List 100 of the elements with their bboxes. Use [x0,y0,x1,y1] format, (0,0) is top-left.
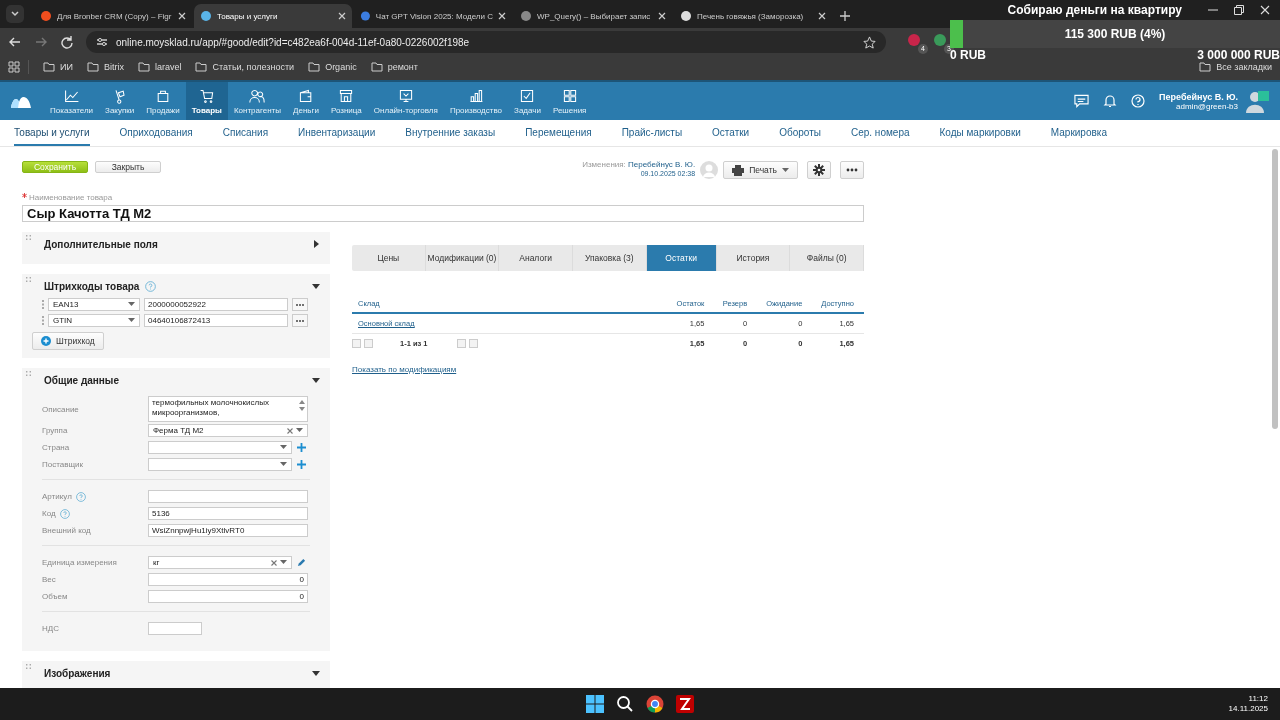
collapse-icon[interactable] [312,376,320,384]
product-name-field[interactable]: Сыр Качотта ТД М2 [22,205,864,222]
select-field[interactable]: кг [148,556,292,569]
nav-item[interactable]: Закупки [99,82,141,120]
show-by-modifications-link[interactable]: Показать по модификациям [352,365,457,374]
add-icon[interactable] [297,443,306,452]
expand-icon[interactable] [312,240,320,248]
close-icon[interactable] [338,12,346,20]
text-field[interactable]: WsiZnnpwjHu1iy9XtlvRT0 [148,524,308,537]
select-field[interactable]: Ферма ТД М2 [148,424,308,437]
number-field[interactable]: 0 [148,590,308,603]
tab[interactable]: Файлы (0) [790,245,864,271]
barcode-field[interactable]: 2000000052922 [144,298,288,311]
nav-item[interactable]: Производство [443,82,509,120]
drag-handle-icon[interactable] [26,277,31,282]
subnav-tab[interactable]: Оприходования [119,120,193,146]
select-field[interactable] [148,458,292,471]
close-icon[interactable] [1260,5,1270,15]
nav-item[interactable]: Розница [324,82,368,120]
ftp-client-icon[interactable] [676,695,694,713]
subnav-tab[interactable]: Прайс-листы [621,120,683,146]
tab-list-button[interactable] [6,5,24,23]
nav-item[interactable]: Продажи [140,82,186,120]
subnav-tab[interactable]: Остатки [712,120,750,146]
collapse-icon[interactable] [312,282,320,290]
text-field[interactable]: 5136 [148,507,308,520]
text-field[interactable] [148,490,308,503]
add-icon[interactable] [297,460,306,469]
search-icon[interactable] [616,695,634,713]
address-bar[interactable]: online.moysklad.ru/app/#good/edit?id=c482ea6f-004d-11ef-0a80-0226002f198e [86,31,886,53]
nav-item[interactable]: Решения [546,82,593,120]
nav-item[interactable]: Контрагенты [227,82,288,120]
nav-item[interactable]: Товары [185,82,228,120]
browser-icon[interactable] [646,695,664,713]
browser-tab[interactable]: Товары и услуги [194,4,352,28]
browser-tab[interactable]: WP_Query() – Выбирает запис [514,4,672,28]
user-avatar-icon[interactable] [1244,88,1270,114]
drag-handle-icon[interactable] [42,300,44,309]
add-barcode-button[interactable]: Штрихкод [32,332,104,350]
subnav-tab[interactable]: Перемещения [525,120,592,146]
section-title[interactable]: Изображения [44,667,111,679]
bookmark-folder[interactable]: Статьи, полезности [195,62,295,72]
clear-icon[interactable] [271,559,277,566]
forward-icon[interactable] [34,35,48,49]
barcode-type-select[interactable]: GTIN [48,314,140,327]
nav-item[interactable]: Онлайн-торговля [367,82,444,120]
back-icon[interactable] [8,35,22,49]
number-field[interactable]: 0 [148,573,308,586]
close-icon[interactable] [498,12,506,20]
user-name[interactable]: Перебейнус В. Ю. [1159,91,1238,102]
section-title[interactable]: Штрихкоды товара [44,280,140,292]
tab[interactable]: Остатки [646,245,717,271]
clear-icon[interactable] [287,427,293,434]
select-field[interactable] [148,441,292,454]
bell-icon[interactable] [1103,94,1118,108]
bookmark-folder[interactable]: ремонт [370,62,418,72]
clock-date[interactable]: 14.11.2025 [1228,704,1268,715]
drag-handle-icon[interactable] [26,235,31,240]
section-title[interactable]: Дополнительные поля [44,238,158,250]
section-title[interactable]: Общие данные [44,374,119,386]
drag-handle-icon[interactable] [26,664,31,669]
barcode-field[interactable]: 04640106872413 [144,314,288,327]
close-icon[interactable] [658,12,666,20]
subnav-tab[interactable]: Товары и услуги [14,120,90,146]
browser-tab[interactable]: Печень говяжья (Заморозка) [674,4,832,28]
print-button[interactable]: Печать [723,161,798,179]
browser-tab[interactable]: Для Bronber CRM (Copy) – Figr [34,4,192,28]
drag-handle-icon[interactable] [26,371,31,376]
reload-icon[interactable] [60,35,74,49]
restore-icon[interactable] [1234,5,1244,15]
tab[interactable]: Упаковка (3) [572,245,647,271]
bookmark-folder[interactable]: Bitrix [86,62,124,72]
apps-icon[interactable] [8,61,20,73]
vat-field[interactable] [148,622,202,635]
nav-item[interactable]: Показатели [44,82,100,120]
nav-item[interactable]: Задачи [508,82,547,120]
tab[interactable]: Аналоги [499,245,573,271]
settings-button[interactable] [807,161,831,179]
drag-handle-icon[interactable] [42,316,44,325]
barcode-type-select[interactable]: EAN13 [48,298,140,311]
nav-item[interactable]: Деньги [287,82,325,120]
new-tab-icon[interactable] [840,11,850,21]
bookmark-folder[interactable]: laravel [137,62,182,72]
more-button[interactable] [840,161,864,179]
author-link[interactable]: Перебейнус В. Ю. [628,160,696,170]
subnav-tab[interactable]: Обороты [779,120,821,146]
bookmark-star-icon[interactable] [863,35,876,49]
collapse-icon[interactable] [312,669,320,677]
subnav-tab[interactable]: Списания [222,120,269,146]
all-bookmarks-folder[interactable]: Все закладки [1199,62,1272,72]
subnav-tab[interactable]: Инвентаризации [298,120,376,146]
chat-icon[interactable] [1074,94,1090,108]
close-button[interactable]: Закрыть [95,161,161,173]
browser-tab[interactable]: Чат GPT Vision 2025: Модели С [354,4,512,28]
subnav-tab[interactable]: Коды маркировки [939,120,1021,146]
description-field[interactable]: термофильных молочнокислых микроорганизмов, [148,396,308,422]
tab[interactable]: Цены [352,245,426,271]
tab[interactable]: Модификации (0) [425,245,500,271]
subnav-tab[interactable]: Маркировка [1050,120,1107,146]
tab[interactable]: История [716,245,791,271]
